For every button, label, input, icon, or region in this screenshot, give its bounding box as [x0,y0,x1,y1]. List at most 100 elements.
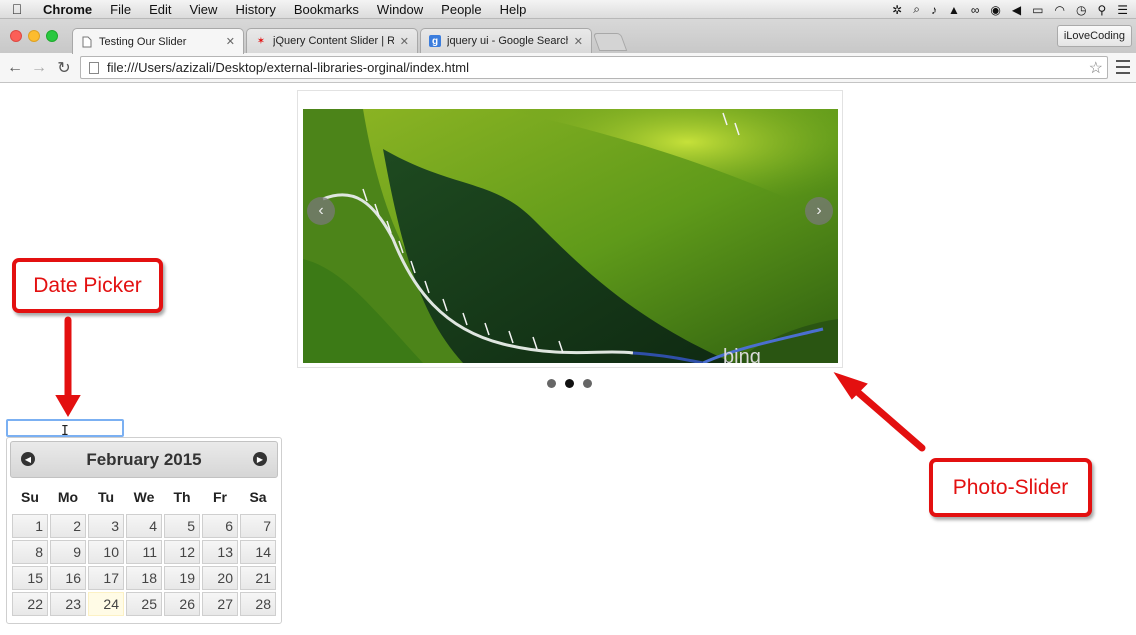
photo-slider-callout: Photo-Slider [929,458,1092,517]
slider-prev-button[interactable]: ‹ [307,197,335,225]
calendar-day-today[interactable]: 24 [88,592,124,616]
calendar-day[interactable]: 3 [88,514,124,538]
menu-view[interactable]: View [180,2,226,17]
chevron-right-icon: › [816,202,822,219]
photo-slider-arrowhead [833,372,868,400]
record-icon[interactable]: ◉ [990,3,1000,17]
drive-icon[interactable]: ▲ [948,3,960,17]
apple-icon[interactable]:  [0,1,34,17]
calendar-day[interactable]: 18 [126,566,162,590]
slider-next-button[interactable]: › [805,197,833,225]
calendar-day[interactable]: 4 [126,514,162,538]
reload-icon[interactable]: ↻ [54,58,74,78]
weekday-header: Tu [97,489,115,505]
star-icon: ✶ [256,35,266,47]
tab-close-icon[interactable]: ✕ [400,35,409,48]
calendar-day[interactable]: 27 [202,592,238,616]
calendar-day[interactable]: 26 [164,592,200,616]
tab-close-icon[interactable]: ✕ [226,35,235,48]
calendar-day[interactable]: 10 [88,540,124,564]
date-picker-callout: Date Picker [12,258,163,313]
calendar-day[interactable]: 1 [12,514,48,538]
calendar-day[interactable]: 5 [164,514,200,538]
window-minimize-button[interactable] [28,30,40,42]
forward-arrow-icon[interactable]: → [29,58,49,78]
menu-app-name[interactable]: Chrome [34,2,101,17]
status-tray: ✲ ⌕ ♪ ▲ ∞ ◉ ◀ ▭ ◠ ◷ ⚲ ☰ [892,0,1128,19]
calendar-week: 15 16 17 18 19 20 21 [12,566,276,590]
calendar-day[interactable]: 7 [240,514,276,538]
photo-slider-arrow [849,384,926,452]
clock-icon[interactable]: ◷ [1076,3,1086,17]
datepicker-next-button[interactable]: ▶ [253,452,267,466]
calendar-day[interactable]: 15 [12,566,48,590]
slider-dot-3[interactable] [583,379,592,388]
slider-pagination [547,379,592,388]
date-picker-arrowhead [55,395,81,417]
calendar-day[interactable]: 17 [88,566,124,590]
calendar-day[interactable]: 8 [12,540,48,564]
bing-watermark: bing [723,346,761,363]
profile-button[interactable]: iLoveCoding [1056,25,1132,47]
browser-tab-strip: Testing Our Slider ✕ ✶ jQuery Content Sl… [0,19,1136,54]
datepicker-popup: ◀ February 2015 ▶ Su Mo Tu We Th Fr Sa 1… [6,437,282,624]
chevron-left-icon: ‹ [318,202,324,219]
creative-cloud-icon[interactable]: ∞ [971,3,980,17]
menu-window[interactable]: Window [368,2,432,17]
address-bar[interactable]: ☆ [80,56,1108,79]
battery-icon[interactable]: ▭ [1032,3,1043,17]
tab-testing-our-slider[interactable]: Testing Our Slider ✕ [72,28,244,54]
slider-dot-2[interactable] [565,379,574,388]
calendar-day[interactable]: 9 [50,540,86,564]
spotlight-search-icon[interactable]: ⚲ [1097,3,1106,17]
slider-dot-1[interactable] [547,379,556,388]
calendar-day[interactable]: 14 [240,540,276,564]
calendar-day[interactable]: 12 [164,540,200,564]
calendar-day[interactable]: 20 [202,566,238,590]
menu-edit[interactable]: Edit [140,2,180,17]
url-input[interactable] [107,60,1107,75]
volume-icon[interactable]: ◀ [1012,3,1021,17]
window-close-button[interactable] [10,30,22,42]
datepicker-prev-button[interactable]: ◀ [21,452,35,466]
brightness-icon[interactable]: ✲ [892,3,902,17]
calendar-day[interactable]: 11 [126,540,162,564]
wifi-icon[interactable]: ◠ [1054,3,1064,17]
bell-icon[interactable]: ♪ [931,3,937,17]
weekday-header: Su [21,489,39,505]
tab-title: jquery ui - Google Search [447,35,568,47]
tab-jquery-content-slider[interactable]: ✶ jQuery Content Slider | Re ✕ [246,28,418,53]
datepicker-calendar: Su Mo Tu We Th Fr Sa 1 2 3 4 5 6 7 8 9 1… [10,480,278,618]
calendar-day[interactable]: 13 [202,540,238,564]
tag-icon[interactable]: ⌕ [913,2,920,17]
window-zoom-button[interactable] [46,30,58,42]
calendar-day[interactable]: 23 [50,592,86,616]
calendar-day[interactable]: 22 [12,592,48,616]
menu-file[interactable]: File [101,2,140,17]
datepicker-header: ◀ February 2015 ▶ [10,441,278,478]
calendar-day[interactable]: 19 [164,566,200,590]
slider-image: bing [303,109,838,363]
calendar-day[interactable]: 25 [126,592,162,616]
tab-close-icon[interactable]: ✕ [574,35,583,48]
calendar-week: 1 2 3 4 5 6 7 [12,514,276,538]
weekday-header: Sa [249,489,267,505]
calendar-day[interactable]: 21 [240,566,276,590]
menu-people[interactable]: People [432,2,490,17]
calendar-week: 22 23 24 25 26 27 28 [12,592,276,616]
new-tab-button[interactable] [592,33,628,51]
weekday-header: We [133,489,155,505]
menu-bookmarks[interactable]: Bookmarks [285,2,368,17]
notification-list-icon[interactable]: ☰ [1117,3,1128,17]
calendar-day[interactable]: 28 [240,592,276,616]
back-arrow-icon[interactable]: ← [5,58,25,78]
tab-title: Testing Our Slider [99,35,187,48]
tab-jquery-ui-google-search[interactable]: g jquery ui - Google Search ✕ [420,28,592,53]
calendar-day[interactable]: 16 [50,566,86,590]
menu-history[interactable]: History [226,2,284,17]
chrome-menu-icon[interactable] [1116,60,1130,74]
calendar-day[interactable]: 2 [50,514,86,538]
menu-help[interactable]: Help [491,2,536,17]
bookmark-star-icon[interactable]: ☆ [1089,58,1103,78]
calendar-day[interactable]: 6 [202,514,238,538]
